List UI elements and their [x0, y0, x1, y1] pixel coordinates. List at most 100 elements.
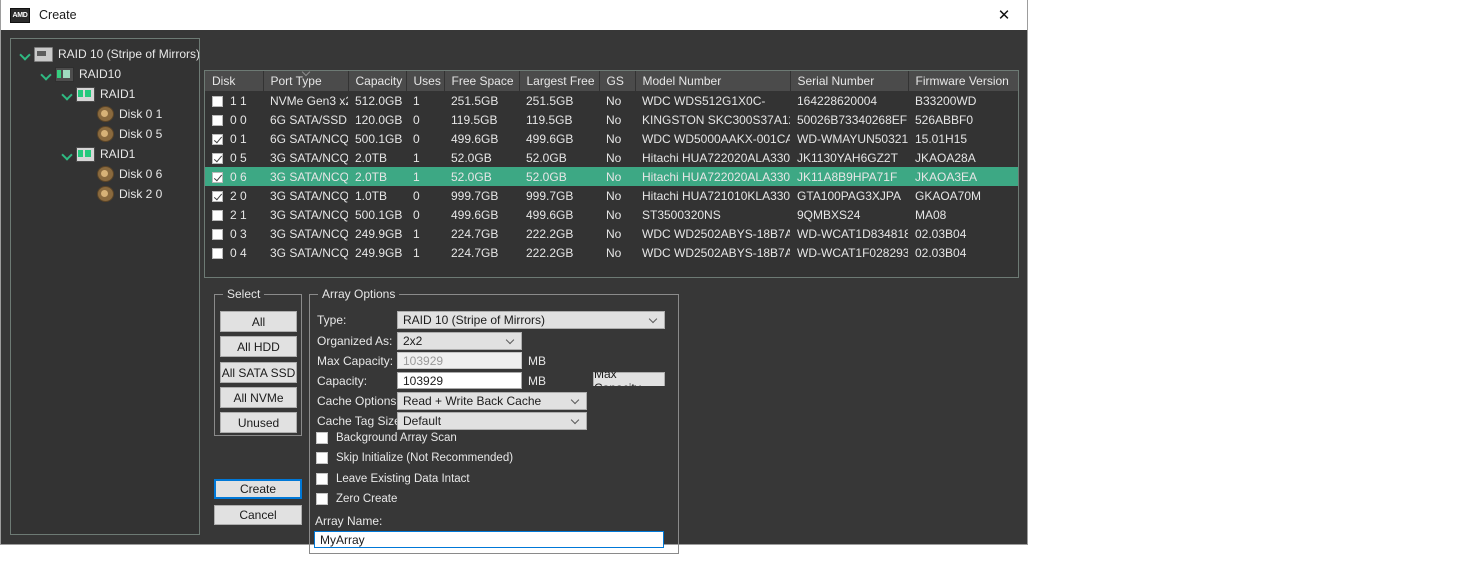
- chevron-expanded-icon[interactable]: [61, 88, 74, 101]
- tree-item[interactable]: Disk 0 5: [11, 124, 199, 144]
- disk-table: Disk Port Type Capacity Uses Free Space Large…: [205, 71, 1018, 262]
- max-capacity-button[interactable]: Max Capacity: [593, 372, 665, 386]
- table-row[interactable]: 0 4 3G SATA/NCQ 249.9GB 1 224.7GB 222.2GB No WD…: [205, 243, 1018, 262]
- select-unused-button[interactable]: Unused: [220, 412, 297, 433]
- cell-gs: No: [606, 112, 622, 127]
- cell-uses: 1: [413, 150, 420, 165]
- option-checkbox-row[interactable]: Skip Initialize (Not Recommended): [316, 452, 513, 464]
- create-button[interactable]: Create: [214, 479, 302, 499]
- table-row[interactable]: 0 0 6G SATA/SSD 120.0GB 0 119.5GB 119.5GB No KI…: [205, 110, 1018, 129]
- row-checkbox[interactable]: [212, 209, 223, 221]
- column-header[interactable]: Model Number: [635, 71, 791, 91]
- option-checkbox-row[interactable]: Zero Create: [316, 493, 397, 505]
- cancel-button[interactable]: Cancel: [214, 505, 302, 525]
- column-header[interactable]: Uses: [406, 71, 445, 91]
- table-row[interactable]: 2 1 3G SATA/NCQ 500.1GB 0 499.6GB 499.6GB No ST…: [205, 205, 1018, 224]
- cell-free_space: 499.6GB: [451, 131, 499, 146]
- raid1-icon: [76, 86, 95, 102]
- capacity-unit: MB: [528, 374, 546, 388]
- column-header[interactable]: Serial Number: [790, 71, 909, 91]
- cell-free_space: 224.7GB: [451, 226, 499, 241]
- column-header[interactable]: Disk: [205, 71, 264, 91]
- cell-model: WDC WDS512G1X0C-: [642, 93, 766, 108]
- column-header-label: Serial Number: [797, 74, 875, 88]
- option-checkbox[interactable]: [316, 473, 328, 485]
- cell-capacity: 500.1GB: [355, 207, 403, 222]
- cell-model: Hitachi HUA722020ALA330: [635, 167, 790, 186]
- cell-uses: 0: [413, 112, 420, 127]
- table-row[interactable]: 2 0 3G SATA/NCQ 1.0TB 0 999.7GB 999.7GB No Hita…: [205, 186, 1018, 205]
- cell-port_type: NVMe Gen3 x2: [270, 93, 348, 108]
- table-row[interactable]: 0 1 6G SATA/NCQ 500.1GB 0 499.6GB 499.6GB No WD…: [205, 129, 1018, 148]
- cell-disk: 2 1: [205, 205, 263, 224]
- cell-firmware: 02.03B04: [915, 245, 967, 260]
- row-checkbox[interactable]: [212, 228, 223, 240]
- column-header[interactable]: Free Space: [444, 71, 520, 91]
- cell-gs: No: [606, 131, 622, 146]
- option-checkbox[interactable]: [316, 432, 328, 444]
- option-checkbox[interactable]: [316, 493, 328, 505]
- column-header[interactable]: Largest Free: [519, 71, 600, 91]
- table-row[interactable]: 0 5 3G SATA/NCQ 2.0TB 1 52.0GB 52.0GB No Hitach…: [205, 148, 1018, 167]
- chevron-down-icon: [650, 318, 657, 325]
- row-checkbox[interactable]: [212, 171, 223, 183]
- close-icon[interactable]: ✕: [981, 0, 1027, 29]
- option-checkbox-row[interactable]: Background Array Scan: [316, 432, 457, 444]
- row-checkbox[interactable]: [212, 133, 223, 145]
- array-name-input[interactable]: MyArray: [314, 531, 664, 548]
- capacity-field[interactable]: 103929: [397, 372, 522, 389]
- chevron-expanded-icon[interactable]: [40, 68, 53, 81]
- column-header-label: Model Number: [642, 74, 722, 88]
- cell-gs: No: [599, 167, 635, 186]
- cell-uses: 1: [413, 226, 420, 241]
- option-checkbox-label: Skip Initialize (Not Recommended): [336, 452, 514, 464]
- tree-item[interactable]: RAID1: [11, 144, 199, 164]
- cell-uses: 1: [406, 167, 444, 186]
- row-checkbox[interactable]: [212, 114, 223, 126]
- cell-largest_free: 251.5GB: [526, 93, 574, 108]
- select-all-sata-ssd-button[interactable]: All SATA SSD: [220, 362, 297, 383]
- tree-item[interactable]: Disk 0 6: [11, 164, 199, 184]
- column-header[interactable]: Port Type: [263, 71, 349, 91]
- column-header[interactable]: Capacity: [348, 71, 407, 91]
- array-tree-panel[interactable]: RAID 10 (Stripe of Mirrors) RAID10 RAID1 Di…: [10, 38, 200, 535]
- screen-root: AMD Create ✕ RAID 10 (Stripe of Mirrors)…: [0, 0, 1468, 576]
- tree-item[interactable]: Disk 2 0: [11, 184, 199, 204]
- cache-tag-size-select[interactable]: Default: [397, 412, 587, 430]
- cache-options-select[interactable]: Read + Write Back Cache: [397, 392, 587, 410]
- select-all-nvme-button[interactable]: All NVMe: [220, 387, 297, 408]
- cell-disk: 0 3: [205, 224, 263, 243]
- tree-item[interactable]: Disk 0 1: [11, 104, 199, 124]
- cell-capacity: 249.9GB: [355, 226, 403, 241]
- cell-port_type: 6G SATA/NCQ: [270, 131, 348, 146]
- chevron-expanded-icon[interactable]: [61, 148, 74, 161]
- create-array-dialog: AMD Create ✕ RAID 10 (Stripe of Mirrors)…: [0, 0, 1028, 554]
- tree-item[interactable]: RAID10: [11, 64, 199, 84]
- column-header[interactable]: Firmware Version: [908, 71, 1018, 91]
- select-all-hdd-button[interactable]: All HDD: [220, 336, 297, 357]
- table-row[interactable]: 1 1 NVMe Gen3 x2 512.0GB 1 251.5GB 251.5GB No W…: [205, 91, 1018, 110]
- table-row[interactable]: 0 3 3G SATA/NCQ 249.9GB 1 224.7GB 222.2GB No WD…: [205, 224, 1018, 243]
- row-checkbox[interactable]: [212, 247, 223, 259]
- type-select[interactable]: RAID 10 (Stripe of Mirrors): [397, 311, 665, 329]
- row-checkbox[interactable]: [212, 95, 223, 107]
- cell-uses: 1: [413, 245, 420, 260]
- option-checkbox-row[interactable]: Leave Existing Data Intact: [316, 473, 470, 485]
- cell-disk-label: 1 1: [230, 93, 247, 108]
- cell-gs: No: [606, 245, 622, 260]
- tree-item[interactable]: RAID1: [11, 84, 199, 104]
- row-checkbox[interactable]: [212, 152, 223, 164]
- capacity-label: Capacity:: [317, 374, 368, 388]
- tree-item[interactable]: RAID 10 (Stripe of Mirrors): [11, 44, 199, 64]
- column-header[interactable]: GS: [599, 71, 636, 91]
- organized-as-select[interactable]: 2x2: [397, 332, 522, 350]
- chevron-expanded-icon[interactable]: [19, 48, 32, 61]
- select-all-button[interactable]: All: [220, 311, 297, 332]
- table-row[interactable]: 0 6 3G SATA/NCQ 2.0TB 1 52.0GB 52.0GB No Hitach…: [205, 167, 1018, 186]
- row-checkbox[interactable]: [212, 190, 223, 202]
- chevron-down-icon: [572, 419, 579, 426]
- column-header-label: Disk: [212, 74, 236, 88]
- option-checkbox[interactable]: [316, 452, 328, 464]
- cell-capacity: 512.0GB: [355, 93, 403, 108]
- disk-list-panel[interactable]: Disk Port Type Capacity Uses Free Space Large…: [204, 70, 1019, 278]
